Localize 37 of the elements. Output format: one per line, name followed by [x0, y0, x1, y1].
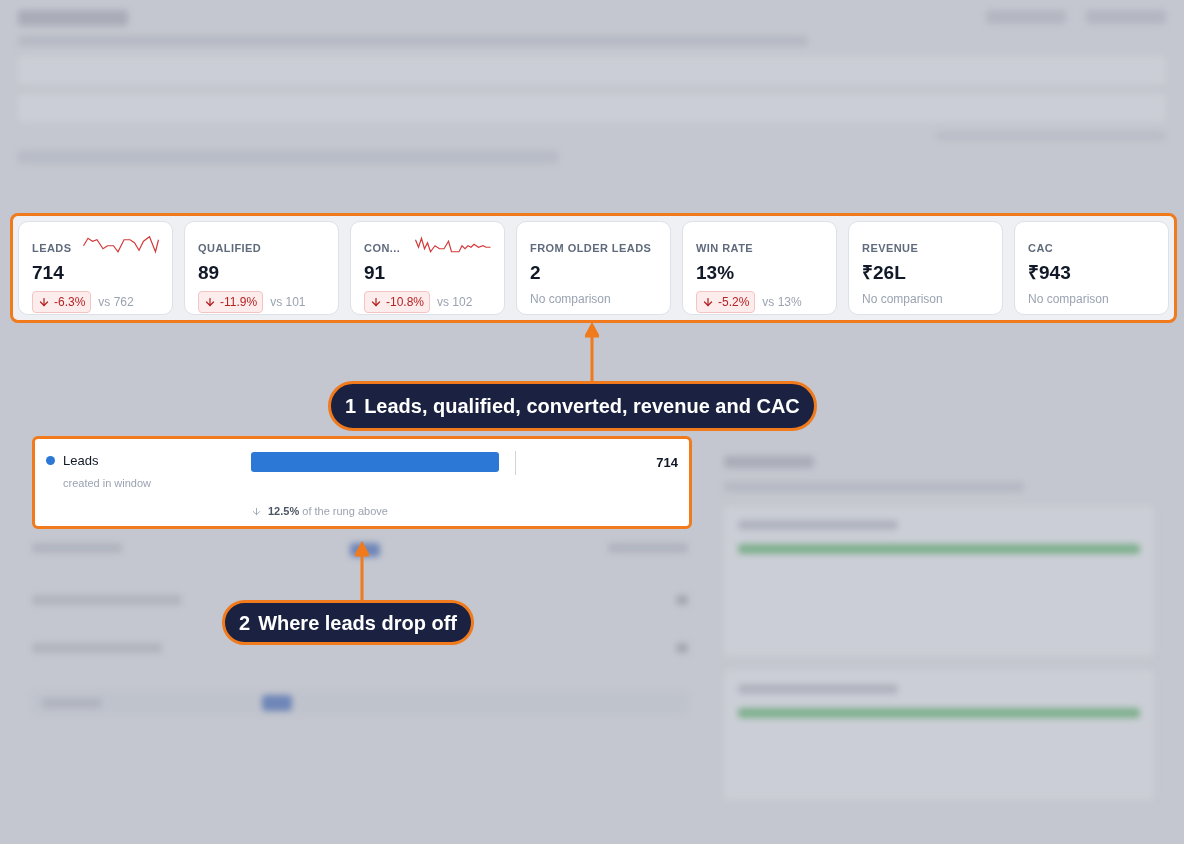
down-arrow-icon [204, 296, 216, 308]
kpi-value: 91 [364, 261, 387, 285]
kpi-value: 714 [32, 261, 65, 285]
kpi-label: FROM OLDER LEADS [530, 241, 652, 255]
comparison-note: No comparison [530, 291, 612, 308]
kpi-value: 2 [530, 261, 542, 285]
comparison-text: vs 13% [762, 294, 802, 311]
change-badge: -10.8% [364, 291, 431, 313]
down-arrow-icon [251, 505, 262, 517]
comparison-text: vs 101 [270, 294, 306, 311]
pointer-arrow [355, 541, 369, 601]
kpi-label: CAC [1028, 241, 1054, 255]
down-arrow-icon [370, 296, 382, 308]
comparison-note: No comparison [862, 291, 944, 308]
drop-off-text: 12.5% of the rung above [268, 504, 388, 519]
change-badge: -6.3% [32, 291, 92, 313]
change-badge: -5.2% [696, 291, 756, 313]
kpi-label: WIN RATE [696, 241, 754, 255]
kpi-value: 13% [696, 261, 736, 285]
stage-label: Leads [63, 452, 100, 470]
comparison-text: vs 102 [437, 294, 473, 311]
kpi-label: QUALIFIED [198, 241, 262, 255]
comparison-text: vs 762 [98, 294, 134, 311]
change-badge: -11.9% [198, 291, 264, 313]
kpi-label: CON... [364, 241, 401, 255]
kpi-value: ₹943 [1028, 261, 1072, 285]
kpi-value: 89 [198, 261, 221, 285]
kpi-label: LEADS [32, 241, 72, 255]
comparison-note: No comparison [1028, 291, 1110, 308]
down-arrow-icon [702, 296, 714, 308]
callout-label: 2 Where leads drop off [222, 600, 475, 645]
kpi-label: REVENUE [862, 241, 919, 255]
kpi-value: ₹26L [862, 261, 907, 285]
down-arrow-icon [38, 296, 50, 308]
callout-label: 1 Leads, qualified, converted, revenue and CAC [328, 381, 817, 431]
stage-count: 714 [655, 454, 678, 472]
stage-sublabel: created in window [63, 475, 152, 491]
